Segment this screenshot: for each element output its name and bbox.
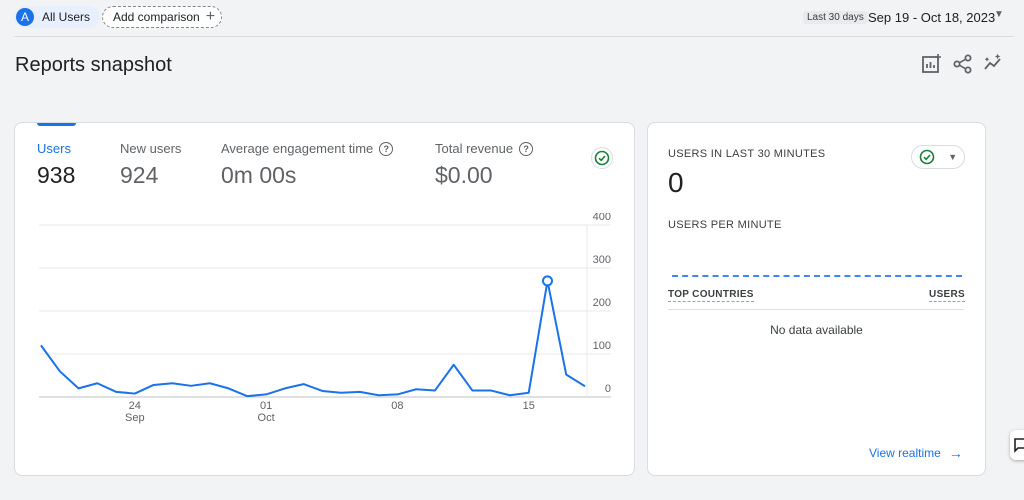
- date-range-picker[interactable]: Sep 19 - Oct 18, 2023: [868, 10, 995, 25]
- share-icon[interactable]: [952, 53, 974, 75]
- data-point[interactable]: [391, 388, 403, 400]
- customize-report-icon[interactable]: [920, 53, 942, 75]
- users-per-minute-bars: [672, 275, 962, 277]
- data-point[interactable]: [260, 388, 272, 400]
- data-point[interactable]: [523, 387, 535, 399]
- empty-state-text: No data available: [770, 323, 863, 337]
- x-tick-label: 08: [391, 400, 403, 412]
- metric-new-users[interactable]: New users 924: [120, 141, 181, 189]
- help-icon[interactable]: ?: [379, 141, 394, 156]
- data-point[interactable]: [466, 385, 478, 397]
- x-tick-label: 15: [523, 400, 535, 412]
- metric-total-revenue[interactable]: Total revenue ? $0.00: [435, 141, 534, 189]
- segment-label: All Users: [42, 10, 91, 24]
- view-realtime-link[interactable]: View realtime →: [869, 445, 963, 461]
- metric-value: 924: [120, 162, 159, 188]
- users-column-header[interactable]: USERS: [929, 289, 965, 302]
- segment-avatar: A: [16, 8, 34, 26]
- data-point[interactable]: [335, 387, 347, 399]
- data-point[interactable]: [448, 359, 460, 371]
- data-point[interactable]: [560, 369, 572, 381]
- data-point[interactable]: [204, 377, 216, 389]
- data-point[interactable]: [279, 382, 291, 394]
- help-icon[interactable]: ?: [519, 141, 534, 156]
- y-tick-label: 300: [593, 254, 611, 266]
- data-point[interactable]: [166, 377, 178, 389]
- insights-icon[interactable]: [983, 53, 1005, 75]
- data-point[interactable]: [185, 380, 197, 392]
- feedback-button[interactable]: [1010, 430, 1024, 460]
- x-tick-label: 24: [129, 400, 141, 412]
- feedback-icon: [1014, 438, 1024, 453]
- metric-value: 0m 00s: [221, 162, 297, 188]
- users-series-line: [40, 279, 586, 398]
- page-title: Reports snapshot: [15, 54, 172, 76]
- realtime-card: USERS IN LAST 30 MINUTES ▼ 0 USERS PER M…: [647, 122, 986, 476]
- caret-down-icon[interactable]: ▼: [994, 9, 1004, 20]
- x-tick-month-label: Sep: [125, 412, 145, 424]
- metric-label: Average engagement time: [221, 141, 374, 156]
- date-range-badge: Last 30 days: [803, 11, 868, 24]
- metric-label: Total revenue: [435, 141, 514, 156]
- table-divider: [668, 309, 964, 310]
- realtime-status-dropdown[interactable]: ▼: [911, 145, 965, 169]
- data-point[interactable]: [129, 388, 141, 400]
- data-point[interactable]: [298, 378, 310, 390]
- metric-label: New users: [120, 141, 182, 156]
- data-point[interactable]: [148, 379, 160, 391]
- y-tick-label: 400: [593, 213, 611, 223]
- caret-down-icon: ▼: [948, 152, 958, 162]
- realtime-title: USERS IN LAST 30 MINUTES: [668, 148, 826, 160]
- add-comparison-button[interactable]: Add comparison +: [102, 6, 223, 28]
- data-point[interactable]: [110, 386, 122, 398]
- top-divider: [14, 36, 1014, 37]
- data-point[interactable]: [316, 385, 328, 397]
- users-line-chart: 0 100 200 300 400 24Sep 01Oct 08 15: [35, 213, 611, 424]
- check-circle-icon: [919, 149, 935, 165]
- data-point[interactable]: [373, 389, 385, 401]
- users-per-minute-label: USERS PER MINUTE: [668, 219, 782, 231]
- data-point[interactable]: [410, 383, 422, 395]
- plus-icon: +: [205, 8, 216, 25]
- check-circle-icon[interactable]: [591, 147, 613, 169]
- metric-avg-engagement[interactable]: Average engagement time ? 0m 00s: [221, 141, 394, 189]
- y-tick-label: 0: [605, 383, 611, 395]
- data-point[interactable]: [485, 385, 497, 397]
- top-bar: A All Users Add comparison + Last 30 day…: [0, 0, 1024, 36]
- data-point[interactable]: [223, 382, 235, 394]
- metric-label: Users: [37, 141, 71, 156]
- active-tab-indicator: [37, 123, 76, 126]
- highlighted-data-point[interactable]: [541, 275, 553, 287]
- metric-users[interactable]: Users 938: [37, 141, 75, 189]
- data-point[interactable]: [91, 377, 103, 389]
- metric-value: $0.00: [435, 162, 493, 188]
- view-realtime-label: View realtime: [869, 446, 941, 460]
- add-comparison-label: Add comparison: [113, 10, 200, 24]
- data-point[interactable]: [54, 365, 66, 377]
- realtime-user-count: 0: [668, 167, 684, 198]
- segment-chip[interactable]: A All Users: [14, 6, 101, 28]
- metric-value: 938: [37, 162, 76, 188]
- data-point[interactable]: [504, 389, 516, 401]
- y-tick-label: 100: [593, 340, 611, 352]
- data-point[interactable]: [73, 382, 85, 394]
- users-overview-card: Users 938 New users 924 Average engageme…: [14, 122, 635, 476]
- data-point[interactable]: [35, 339, 47, 351]
- data-point[interactable]: [429, 385, 441, 397]
- x-tick-label: 01: [260, 400, 272, 412]
- y-tick-label: 200: [593, 297, 611, 309]
- data-point[interactable]: [241, 390, 253, 402]
- top-countries-header[interactable]: TOP COUNTRIES: [668, 289, 754, 302]
- data-point[interactable]: [579, 380, 591, 392]
- data-point[interactable]: [354, 386, 366, 398]
- arrow-right-icon: →: [948, 445, 963, 461]
- x-tick-month-label: Oct: [258, 412, 275, 424]
